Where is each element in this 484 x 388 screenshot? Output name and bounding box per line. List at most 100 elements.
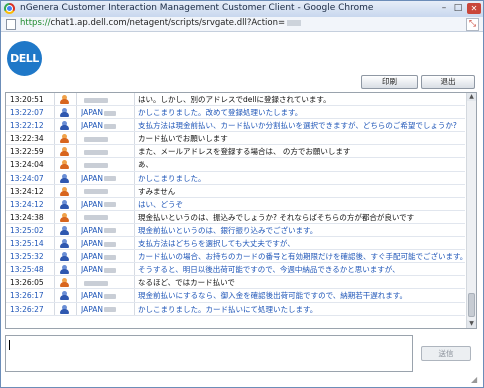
column-divider (76, 223, 77, 238)
sender-name-text: JAPAN (81, 291, 103, 301)
send-button[interactable]: 送信 (421, 346, 471, 361)
column-divider (54, 223, 55, 238)
maximize-button[interactable]: □ (452, 3, 464, 14)
column-divider (76, 158, 77, 172)
message-text: はい、どうぞ (138, 199, 183, 209)
customer-icon (59, 160, 69, 170)
column-divider (54, 158, 55, 172)
column-divider (134, 223, 135, 238)
message-time: 13:26:17 (10, 291, 44, 301)
name-redacted (104, 202, 116, 208)
sender-name-text: JAPAN (81, 199, 103, 209)
avatar-body (60, 138, 69, 144)
chat-row: 13:25:14 JAPAN 支払方法はどちらを選択しても大丈夫ですが、 (6, 237, 465, 251)
sender-name-text: JAPAN (81, 121, 103, 131)
avatar-body (60, 164, 69, 170)
sender-name-text: JAPAN (81, 173, 103, 183)
exit-button[interactable]: 退出 (421, 75, 475, 89)
column-divider (134, 250, 135, 264)
message-text: なるほど、ではカード払いで (138, 278, 235, 288)
column-divider (76, 289, 77, 303)
column-divider (54, 237, 55, 251)
avatar-body (60, 229, 69, 235)
scroll-up-icon[interactable]: ▲ (467, 93, 476, 101)
customer-icon (59, 278, 69, 288)
popout-icon[interactable]: ⤡ (466, 18, 479, 31)
address-bar[interactable]: https://chat1.ap.dell.com/netagent/scrip… (1, 17, 483, 32)
chat-row: 13:24:12 すみません (6, 184, 465, 198)
scrollbar[interactable]: ▲ ▼ (466, 93, 476, 328)
name-redacted (104, 123, 116, 129)
avatar-body (60, 256, 69, 262)
avatar-body (60, 295, 69, 301)
close-button[interactable]: ✕ (467, 3, 481, 14)
message-time: 13:22:12 (10, 121, 44, 131)
sender-name (81, 158, 133, 171)
name-redacted (104, 110, 116, 116)
column-divider (134, 237, 135, 251)
column-divider (76, 197, 77, 211)
sender-name: JAPAN (81, 106, 133, 119)
sender-name (81, 93, 133, 106)
name-redacted (84, 136, 108, 142)
column-divider (54, 132, 55, 146)
title-bar: nGenera Customer Interaction Management … (1, 1, 483, 17)
message-text: カード払いの場合、お持ちのカードの番号と有効期限だけを確認後、すぐ手配可能でござ… (138, 252, 464, 262)
scroll-thumb[interactable] (468, 293, 475, 317)
column-divider (54, 289, 55, 303)
message-text: かしこまりました。改めて登録処理いたします。 (138, 108, 303, 118)
resize-grip-icon[interactable]: ◢ (471, 375, 481, 385)
column-divider (76, 119, 77, 133)
message-text: 現金払いというのは、振込みでしょうか? それならばそちらの方が都合が良いです (138, 212, 415, 222)
column-divider (134, 119, 135, 133)
dell-logo: DELL (7, 41, 42, 76)
logo-text: DELL (10, 52, 39, 65)
message-time: 13:25:02 (10, 225, 44, 235)
agent-icon (59, 121, 69, 131)
column-divider (76, 171, 77, 185)
sender-name (81, 132, 133, 145)
message-text: そうすると、明日以後出荷可能ですので、今週中納品できるかと思いますが、 (138, 265, 400, 275)
avatar-body (60, 99, 69, 104)
sender-name-text: JAPAN (81, 252, 103, 262)
text-caret (9, 340, 10, 350)
column-divider (76, 106, 77, 120)
agent-icon (59, 173, 69, 183)
customer-icon (59, 95, 69, 104)
minimize-button[interactable]: – (438, 3, 450, 14)
column-divider (134, 276, 135, 290)
sender-name (81, 145, 133, 158)
column-divider (134, 145, 135, 159)
name-redacted (84, 189, 108, 195)
column-divider (76, 132, 77, 146)
agent-icon (59, 265, 69, 275)
message-text: あ、 (138, 160, 153, 170)
message-text: 支払方法はどちらを選択しても大丈夫ですが、 (138, 239, 295, 249)
avatar-body (60, 125, 69, 131)
avatar-body (60, 216, 69, 222)
name-redacted (84, 162, 108, 168)
message-time: 13:22:59 (10, 147, 44, 157)
name-redacted (104, 254, 116, 260)
message-input[interactable] (5, 335, 413, 372)
avatar-body (60, 203, 69, 209)
chat-row: 13:26:05 なるほど、ではカード払いで (6, 276, 465, 290)
message-time: 13:24:38 (10, 212, 44, 222)
sender-name (81, 185, 133, 198)
agent-icon (59, 108, 69, 118)
sender-name-text: JAPAN (81, 304, 103, 314)
name-redacted (84, 280, 108, 286)
column-divider (54, 145, 55, 159)
url-scheme: https:// (20, 18, 51, 28)
chat-row: 13:22:34 カード払いでお願いします (6, 132, 465, 146)
chat-transcript[interactable]: 13:20:51 はい。しかし、別のアドレスでdellに登録されています。 13:2… (5, 92, 477, 329)
url-text[interactable]: https://chat1.ap.dell.com/netagent/scrip… (20, 18, 302, 28)
column-divider (76, 210, 77, 224)
avatar-body (60, 190, 69, 196)
column-divider (76, 263, 77, 277)
name-redacted (104, 307, 116, 312)
scroll-down-icon[interactable]: ▼ (467, 320, 476, 328)
print-button[interactable]: 印刷 (361, 75, 418, 89)
message-text: また、メールアドレスを登録する場合は、 の方でお願いします (138, 147, 351, 157)
avatar-body (60, 243, 69, 249)
